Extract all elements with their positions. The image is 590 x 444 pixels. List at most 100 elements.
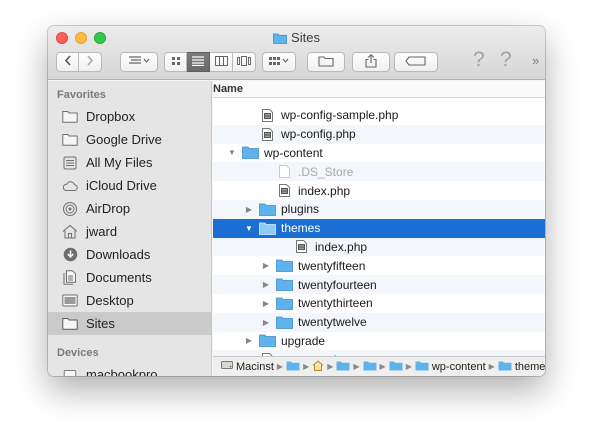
folder-icon (273, 32, 287, 48)
folder-row[interactable]: ▶ upgrade (213, 332, 545, 351)
row-label: wp-content (264, 145, 323, 160)
path-item-folder[interactable] (363, 360, 377, 374)
disclosure-collapsed-icon[interactable]: ▶ (244, 336, 254, 345)
row-label: index.php (315, 239, 368, 254)
folder-row[interactable]: ▼ wp-content (213, 144, 545, 163)
row-label: wp-config-sample.php (281, 108, 399, 123)
path-separator-icon: ▶ (353, 362, 360, 371)
sidebar-item-dropbox[interactable]: Dropbox (48, 105, 211, 128)
sidebar-item-airdrop[interactable]: AirDrop (48, 197, 211, 220)
path-item-label: wp-content (431, 360, 486, 373)
share-icon (365, 53, 377, 71)
sidebar-item-label: Sites (86, 316, 115, 331)
path-separator-icon: ▶ (276, 362, 284, 371)
grid-group-icon (268, 56, 290, 69)
cloud-icon (62, 178, 78, 194)
folder-icon (276, 315, 293, 329)
path-item-user-folder[interactable] (286, 360, 300, 374)
sidebar-item-documents[interactable]: Documents (48, 266, 211, 289)
title-bar: Sites ? ? » (48, 26, 545, 80)
folder-icon (363, 360, 377, 374)
help-button[interactable]: ? (473, 48, 485, 72)
sidebar-section-devices: Devices (57, 347, 99, 359)
cover-flow-button[interactable] (233, 52, 256, 72)
back-button[interactable] (56, 52, 79, 72)
sidebar-item-downloads[interactable]: Downloads (48, 243, 211, 266)
help-button-2[interactable]: ? (500, 48, 512, 72)
folder-icon (276, 278, 293, 292)
folder-row[interactable]: ▶ plugins (213, 199, 545, 219)
sidebar-item-label: iCloud Drive (86, 178, 157, 193)
path-separator-icon: ▶ (303, 362, 310, 371)
folder-icon (259, 334, 276, 348)
path-drive[interactable]: Macinst (221, 360, 274, 373)
list-view-button[interactable] (187, 52, 210, 72)
folder-row[interactable]: ▶ twentyfourteen (213, 275, 545, 294)
disclosure-collapsed-icon[interactable]: ▶ (261, 299, 271, 308)
path-item-wp-content[interactable]: wp-content (415, 360, 486, 374)
path-separator-icon: ▶ (379, 362, 386, 371)
path-item-home[interactable] (312, 359, 324, 374)
file-row[interactable]: wp-config.php (213, 124, 545, 144)
php-file-icon (259, 108, 276, 122)
sidebar-item-icloud-drive[interactable]: iCloud Drive (48, 174, 211, 197)
sidebar-item-desktop[interactable]: Desktop (48, 289, 211, 312)
folder-icon (276, 259, 293, 273)
path-item-folder[interactable] (389, 360, 403, 374)
sidebar-item-macbookpro[interactable]: macbookpro (48, 363, 211, 376)
sidebar-item-jward[interactable]: jward (48, 220, 211, 243)
sidebar-item-label: jward (86, 224, 118, 239)
disclosure-collapsed-icon[interactable]: ▶ (261, 318, 271, 327)
disclosure-expanded-icon[interactable]: ▼ (244, 224, 254, 233)
folder-icon (336, 360, 350, 374)
new-folder-button[interactable] (307, 52, 345, 72)
sidebar-item-google-drive[interactable]: Google Drive (48, 128, 211, 151)
folder-row[interactable]: ▶ twentythirteen (213, 294, 545, 313)
folder-icon (259, 202, 276, 216)
file-row[interactable]: wp-config-sample.php (213, 106, 545, 125)
folder-row[interactable]: ▶ twentytwelve (213, 312, 545, 332)
airdrop-icon (62, 201, 78, 217)
forward-button[interactable] (79, 52, 102, 72)
file-row[interactable]: .DS_Store (213, 162, 545, 182)
disclosure-collapsed-icon[interactable]: ▶ (244, 205, 254, 214)
row-label: .DS_Store (298, 164, 354, 179)
path-item-themes[interactable]: themes (498, 360, 545, 374)
folder-row[interactable]: ▼ themes (213, 218, 545, 238)
download-icon (62, 247, 78, 263)
sidebar-section-favorites: Favorites (57, 89, 106, 101)
group-button[interactable] (262, 52, 296, 72)
icon-view-button[interactable] (164, 52, 187, 72)
folder-icon (498, 360, 512, 374)
path-item-label: themes (514, 360, 545, 373)
column-view-icon (214, 53, 228, 71)
folder-row[interactable]: ▶ twentyfifteen (213, 256, 545, 275)
sidebar-item-sites[interactable]: Sites (48, 312, 211, 335)
arrange-button[interactable] (120, 52, 158, 72)
sidebar-item-label: Dropbox (86, 109, 136, 124)
file-row[interactable]: index.php (213, 237, 545, 257)
share-button[interactable] (352, 52, 390, 72)
hard-drive-icon (221, 360, 233, 373)
disclosure-collapsed-icon[interactable]: ▶ (261, 261, 271, 270)
folder-icon (259, 221, 276, 235)
blank-file-icon (276, 165, 293, 179)
finder-window: Sites ? ? » Favorites Dropbox Google Dri… (48, 26, 545, 376)
path-item-folder[interactable] (336, 360, 350, 374)
path-separator-icon: ▶ (405, 362, 412, 371)
file-row[interactable]: index.php (213, 181, 545, 200)
column-header-name[interactable]: Name (213, 81, 545, 98)
disclosure-expanded-icon[interactable]: ▼ (227, 148, 237, 157)
view-mode-control (164, 52, 256, 72)
folder-icon (62, 109, 78, 125)
sidebar-item-all-my-files[interactable]: All My Files (48, 151, 211, 174)
disclosure-collapsed-icon[interactable]: ▶ (261, 280, 271, 289)
column-view-button[interactable] (210, 52, 233, 72)
toolbar-overflow-button[interactable]: » (532, 53, 539, 68)
window-title: Sites (48, 30, 545, 46)
tag-button[interactable] (394, 52, 438, 72)
row-label: index.php (298, 183, 351, 198)
sidebar-item-label: Desktop (86, 293, 134, 308)
row-label: twentytwelve (298, 315, 367, 330)
sidebar-item-label: Documents (86, 270, 152, 285)
